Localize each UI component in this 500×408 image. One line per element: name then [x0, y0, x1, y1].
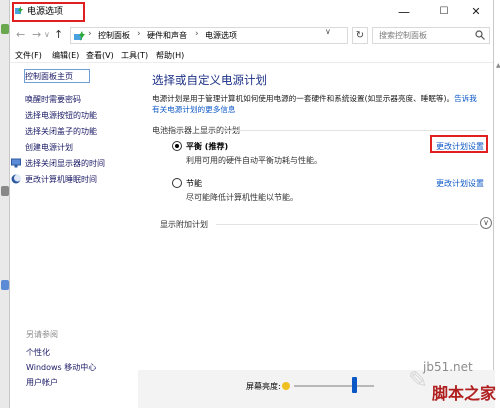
- recent-dropdown-icon[interactable]: ∨: [44, 30, 50, 39]
- sidebar-item-create-plan[interactable]: 创建电源计划: [25, 142, 73, 153]
- close-button[interactable]: ✕: [462, 3, 490, 21]
- brightness-low-icon: [282, 382, 290, 390]
- scroll-up-icon[interactable]: ▲: [496, 62, 500, 69]
- description-text: 电源计划是用于管理计算机如何使用电源的一套硬件和系统设置(如显示器亮度、睡眠等)…: [152, 94, 455, 103]
- power-saver-plan-name[interactable]: 节能: [186, 178, 202, 189]
- back-button[interactable]: ←: [16, 28, 25, 41]
- page-title: 选择或自定义电源计划: [152, 73, 267, 87]
- menu-edit[interactable]: 编辑(E): [52, 50, 79, 61]
- divider: [216, 224, 478, 225]
- menu-bar: 文件(F) 编辑(E) 查看(V) 工具(T) 帮助(H): [10, 47, 493, 63]
- brightness-label: 屏幕亮度:: [246, 382, 281, 391]
- tell-me-link[interactable]: 告诉我: [454, 94, 477, 103]
- watermark-name: 脚本之家: [432, 384, 497, 403]
- breadcrumb-separator: ›: [195, 29, 199, 39]
- breadcrumb-separator: ›: [88, 29, 92, 39]
- sidebar-item-close-lid[interactable]: 选择关闭盖子的功能: [25, 126, 97, 137]
- moon-icon: [11, 174, 21, 184]
- sidebar-item-wake-password[interactable]: 唤醒时需要密码: [25, 94, 81, 105]
- title-bar: 电源选项 — ☐ ✕: [10, 0, 493, 26]
- breadcrumb-power-options[interactable]: 电源选项: [205, 30, 237, 41]
- up-button[interactable]: ↑: [54, 28, 63, 41]
- balanced-radio[interactable]: [172, 141, 182, 151]
- sidebar-item-power-button[interactable]: 选择电源按钮的功能: [25, 110, 97, 121]
- expand-chevron-icon[interactable]: ∨: [480, 217, 492, 229]
- forward-button[interactable]: →: [32, 28, 41, 41]
- refresh-button[interactable]: ↻: [352, 27, 368, 44]
- maximize-button[interactable]: ☐: [430, 3, 458, 21]
- sidebar: 控制面板主页 唤醒时需要密码 选择电源按钮的功能 选择关闭盖子的功能 创建电源计…: [10, 63, 138, 408]
- control-panel-icon: [74, 31, 85, 41]
- power-saver-radio[interactable]: [172, 178, 182, 188]
- link-personalization[interactable]: 个性化: [26, 347, 50, 358]
- show-additional-plans[interactable]: 显示附加计划: [160, 219, 208, 230]
- desktop-icon: [1, 280, 9, 290]
- desktop-icon: [1, 186, 9, 196]
- address-dropdown-icon[interactable]: ∨: [325, 27, 331, 36]
- page-description: 电源计划是用于管理计算机如何使用电源的一套硬件和系统设置(如显示器亮度、睡眠等)…: [152, 93, 486, 115]
- breadcrumb-control-panel[interactable]: 控制面板: [98, 30, 130, 41]
- power-saver-plan-desc: 尽可能降低计算机性能以节能。: [186, 193, 298, 202]
- main-panel: 选择或自定义电源计划 电源计划是用于管理计算机如何使用电源的一套硬件和系统设置(…: [150, 63, 492, 408]
- sidebar-item-home[interactable]: 控制面板主页: [25, 71, 73, 82]
- monitor-icon: [11, 158, 21, 168]
- brightness-slider[interactable]: [294, 385, 374, 387]
- power-options-window: 电源选项 — ☐ ✕ ← → ∨ ↑ › 控制面板 › 硬件和声音 › 电源选项…: [9, 0, 500, 408]
- sidebar-item-sleep-time[interactable]: 更改计算机睡眠时间: [25, 174, 97, 185]
- search-input[interactable]: 搜索控制面板: [379, 30, 427, 41]
- desktop-icon: [1, 24, 9, 34]
- balanced-plan-desc: 利用可用的硬件自动平衡功耗与性能。: [186, 156, 322, 165]
- balanced-change-settings-link[interactable]: 更改计划设置: [436, 141, 484, 152]
- divider: [220, 130, 486, 131]
- balanced-plan-name[interactable]: 平衡 (推荐): [186, 141, 228, 152]
- brightness-slider-thumb[interactable]: [352, 377, 357, 393]
- power-saver-change-settings-link[interactable]: 更改计划设置: [436, 178, 484, 189]
- window-title: 电源选项: [27, 7, 64, 17]
- see-also-heading: 另请参阅: [26, 330, 58, 339]
- breadcrumb-separator: ›: [137, 29, 141, 39]
- power-options-icon: [15, 6, 23, 14]
- search-icon[interactable]: [475, 30, 485, 40]
- watermark-site: jb51.net: [423, 360, 473, 374]
- menu-help[interactable]: 帮助(H): [156, 50, 184, 61]
- menu-file[interactable]: 文件(F): [15, 50, 42, 61]
- menu-tools[interactable]: 工具(T): [121, 50, 148, 61]
- search-box[interactable]: 搜索控制面板: [372, 27, 490, 44]
- breadcrumb-hardware-sound[interactable]: 硬件和声音: [147, 30, 187, 41]
- scrollbar[interactable]: ▲: [496, 62, 500, 408]
- minimize-button[interactable]: —: [390, 3, 418, 21]
- menu-view[interactable]: 查看(V): [86, 50, 114, 61]
- breadcrumb[interactable]: › 控制面板 › 硬件和声音 › 电源选项: [70, 27, 348, 44]
- sidebar-item-display-off[interactable]: 选择关闭显示器的时间: [25, 158, 105, 169]
- address-bar: ← → ∨ ↑ › 控制面板 › 硬件和声音 › 电源选项 ∨ ↻ 搜索控制面板: [10, 26, 493, 46]
- more-info-link[interactable]: 有关电源计划的更多信息: [152, 105, 236, 114]
